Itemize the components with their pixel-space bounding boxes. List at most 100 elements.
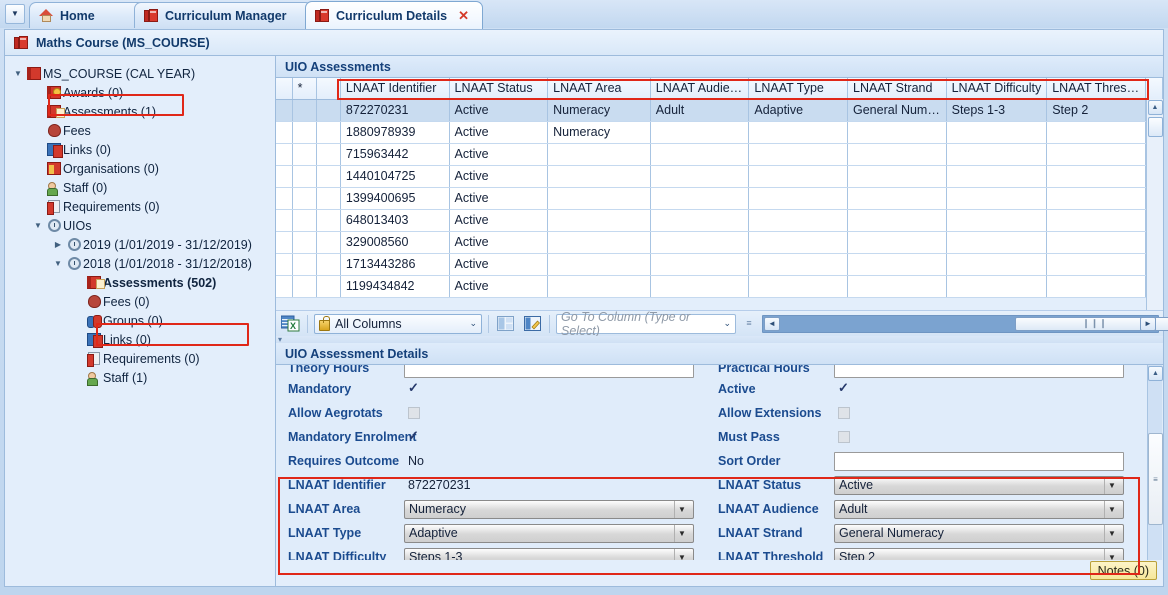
table-cell[interactable]	[847, 143, 947, 166]
tree-item-assessments-502[interactable]: Assessments (502)	[11, 273, 275, 292]
table-cell[interactable]: 715963442	[340, 143, 450, 166]
table-row[interactable]: 1199434842 Active	[276, 275, 1164, 298]
tree-item-staff-0[interactable]: Staff (0)	[11, 178, 275, 197]
column-layout-icon[interactable]	[495, 314, 516, 334]
tree-item-uios[interactable]: ▼ UIOs	[11, 216, 275, 235]
tree-item-groups-0[interactable]: Groups (0)	[11, 311, 275, 330]
table-cell[interactable]: Active	[449, 99, 549, 122]
table-cell[interactable]: Step 2	[1046, 99, 1146, 122]
table-cell[interactable]: 1880978939	[340, 121, 450, 144]
col-header-lnaat-audience[interactable]: LNAAT Audience	[650, 78, 750, 100]
table-cell[interactable]	[748, 275, 848, 298]
close-icon[interactable]: ✕	[458, 8, 469, 24]
table-cell[interactable]: Active	[449, 209, 549, 232]
col-header-lnaat-difficulty[interactable]: LNAAT Difficulty	[946, 78, 1048, 100]
tree-item-requirements-0[interactable]: Requirements (0)	[11, 349, 275, 368]
col-header-lnaat-type[interactable]: LNAAT Type	[748, 78, 848, 100]
table-cell[interactable]	[946, 275, 1048, 298]
table-cell[interactable]: 1440104725	[340, 165, 450, 188]
table-cell[interactable]	[650, 143, 750, 166]
checkbox-active[interactable]	[838, 380, 850, 396]
tree-item-requirements-0[interactable]: Requirements (0)	[11, 197, 275, 216]
table-cell[interactable]: 1713443286	[340, 253, 450, 276]
table-cell[interactable]: Steps 1-3	[946, 99, 1048, 122]
edit-layout-icon[interactable]	[522, 314, 543, 334]
tab-overflow-button[interactable]: ▼	[5, 4, 25, 24]
table-cell[interactable]	[650, 209, 750, 232]
details-scroll-up-button[interactable]: ▲	[1148, 366, 1163, 381]
table-row[interactable]: 872270231 Active Numeracy Adult Adaptive Gene…	[276, 99, 1164, 122]
textbox-theory-hours[interactable]	[404, 365, 694, 378]
table-cell[interactable]	[847, 275, 947, 298]
table-cell[interactable]	[847, 231, 947, 254]
textbox-sort-order[interactable]	[834, 451, 1124, 471]
table-cell[interactable]: Numeracy	[547, 99, 651, 122]
table-cell[interactable]	[748, 231, 848, 254]
navigation-tree[interactable]: ▼ MS_COURSE (CAL YEAR) Awards (0) Assessmen…	[5, 56, 276, 586]
chevron-down-icon[interactable]: ▼	[1104, 476, 1119, 494]
table-cell[interactable]: 1399400695	[340, 187, 450, 210]
details-scroll-thumb[interactable]: ≡	[1148, 433, 1163, 525]
tree-item-links-0[interactable]: Links (0)	[11, 330, 275, 349]
table-cell[interactable]	[1046, 121, 1146, 144]
table-cell[interactable]	[650, 275, 750, 298]
table-cell[interactable]	[1046, 165, 1146, 188]
table-cell[interactable]	[946, 209, 1048, 232]
table-cell[interactable]	[748, 209, 848, 232]
tab-home[interactable]: Home	[29, 2, 146, 28]
table-row[interactable]: 1399400695 Active	[276, 187, 1164, 210]
tree-item-ms-course-cal-year[interactable]: ▼ MS_COURSE (CAL YEAR)	[11, 64, 275, 83]
table-cell[interactable]: Active	[449, 275, 549, 298]
table-cell[interactable]	[547, 165, 651, 188]
table-cell[interactable]	[748, 187, 848, 210]
table-row[interactable]: 1713443286 Active	[276, 253, 1164, 276]
table-cell[interactable]	[946, 143, 1048, 166]
columns-filter-dropdown[interactable]: All Columns ⌄	[314, 313, 482, 334]
table-cell[interactable]	[547, 275, 651, 298]
dropdown-lnaat-strand[interactable]: General Numeracy ▼	[834, 523, 1124, 543]
tree-item-organisations-0[interactable]: Organisations (0)	[11, 159, 275, 178]
table-cell[interactable]	[650, 165, 750, 188]
tree-item-assessments-1[interactable]: Assessments (1)	[11, 102, 275, 121]
textbox-practical-hours[interactable]	[834, 365, 1124, 378]
tree-item-staff-1[interactable]: Staff (1)	[11, 368, 275, 387]
dropdown-lnaat-status[interactable]: Active ▼	[834, 475, 1124, 495]
table-row[interactable]: 329008560 Active	[276, 231, 1164, 254]
goto-column-input[interactable]: Go To Column (Type or Select) ⌄	[556, 310, 736, 338]
grid-scroll-up-button[interactable]: ▲	[1147, 100, 1163, 115]
chevron-down-icon[interactable]: ▼	[674, 500, 689, 518]
details-vertical-scrollbar[interactable]: ▲ ≡ ▼	[1147, 365, 1163, 582]
table-cell[interactable]	[1046, 187, 1146, 210]
table-row[interactable]: 1880978939 Active Numeracy	[276, 121, 1164, 144]
panel-splitter[interactable]: ▾	[276, 336, 1163, 344]
table-cell[interactable]	[748, 165, 848, 188]
table-cell[interactable]	[1046, 231, 1146, 254]
table-cell[interactable]	[946, 121, 1048, 144]
table-cell[interactable]	[547, 231, 651, 254]
scroll-left-button[interactable]: ◄	[764, 316, 780, 331]
chevron-down-icon[interactable]: ▼	[674, 524, 689, 542]
chevron-down-icon[interactable]: ▼	[1104, 500, 1119, 518]
tree-item-fees-0[interactable]: Fees (0)	[11, 292, 275, 311]
table-cell[interactable]	[650, 231, 750, 254]
tree-item-fees[interactable]: Fees	[11, 121, 275, 140]
table-cell[interactable]	[748, 143, 848, 166]
toolbar-overflow-icon[interactable]: ≡	[742, 319, 756, 328]
scroll-right-button[interactable]: ►	[1140, 316, 1156, 331]
table-cell[interactable]: Active	[449, 143, 549, 166]
table-cell[interactable]	[1046, 143, 1146, 166]
table-cell[interactable]: Adaptive	[748, 99, 848, 122]
table-cell[interactable]	[847, 121, 947, 144]
grid-scroll-thumb[interactable]	[1147, 117, 1163, 137]
table-cell[interactable]: Active	[449, 187, 549, 210]
grid-horizontal-scrollbar[interactable]: ◄ ❙❙❙ ►	[762, 314, 1168, 333]
dropdown-lnaat-area[interactable]: Numeracy ▼	[404, 499, 694, 519]
col-header-lnaat-strand[interactable]: LNAAT Strand	[847, 78, 947, 100]
table-cell[interactable]: Adult	[650, 99, 750, 122]
table-cell[interactable]	[748, 121, 848, 144]
table-cell[interactable]	[547, 253, 651, 276]
checkbox-allow-extensions[interactable]	[838, 407, 850, 419]
table-cell[interactable]	[748, 253, 848, 276]
table-row[interactable]: 1440104725 Active	[276, 165, 1164, 188]
table-cell[interactable]	[946, 231, 1048, 254]
